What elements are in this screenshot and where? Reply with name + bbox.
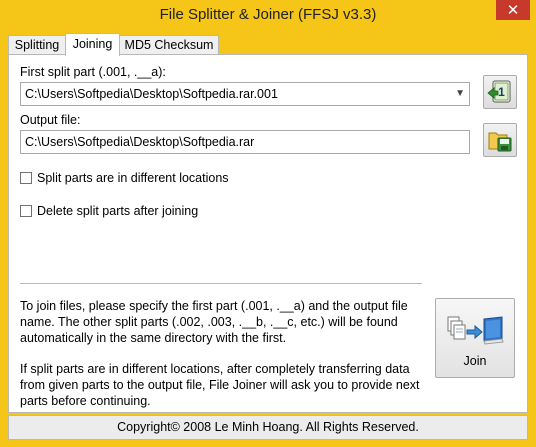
joining-panel: First split part (.001, .__a): C:\Users\…: [8, 54, 528, 413]
first-part-label: First split part (.001, .__a):: [20, 65, 166, 79]
open-first-part-icon: 1: [487, 80, 511, 103]
different-locations-label: Split parts are in different locations: [37, 171, 229, 185]
output-file-value: C:\Users\Softpedia\Desktop\Softpedia.rar: [25, 135, 255, 149]
info-paragraph-2: If split parts are in different location…: [20, 362, 420, 408]
svg-text:1: 1: [498, 85, 505, 99]
output-file-label: Output file:: [20, 113, 81, 127]
checkbox-box[interactable]: [20, 172, 32, 184]
tab-md5-checksum[interactable]: MD5 Checksum: [119, 35, 219, 54]
chevron-down-icon[interactable]: ▼: [455, 83, 465, 105]
close-icon: ✕: [506, 1, 520, 19]
checkbox-box[interactable]: [20, 205, 32, 217]
different-locations-checkbox[interactable]: Split parts are in different locations: [20, 171, 229, 185]
divider: [20, 283, 422, 284]
join-button[interactable]: Join: [435, 298, 515, 378]
copyright-bar: Copyright© 2008 Le Minh Hoang. All Right…: [8, 415, 528, 440]
join-files-icon: [447, 316, 504, 345]
output-file-field[interactable]: C:\Users\Softpedia\Desktop\Softpedia.rar: [20, 130, 470, 154]
app-window: File Splitter & Joiner (FFSJ v3.3) ✕ Spl…: [0, 0, 536, 447]
delete-after-join-checkbox[interactable]: Delete split parts after joining: [20, 204, 198, 218]
first-part-value: C:\Users\Softpedia\Desktop\Softpedia.rar…: [25, 87, 278, 101]
browse-output-button[interactable]: [483, 123, 517, 157]
title-bar[interactable]: File Splitter & Joiner (FFSJ v3.3) ✕: [0, 0, 536, 32]
join-button-label: Join: [463, 354, 487, 368]
window-title: File Splitter & Joiner (FFSJ v3.3): [159, 6, 377, 23]
browse-first-part-button[interactable]: 1: [483, 75, 517, 109]
first-part-combo[interactable]: C:\Users\Softpedia\Desktop\Softpedia.rar…: [20, 82, 470, 106]
close-button[interactable]: ✕: [496, 0, 530, 20]
delete-after-join-label: Delete split parts after joining: [37, 204, 199, 218]
tab-joining[interactable]: Joining: [65, 33, 120, 56]
tab-splitting[interactable]: Splitting: [8, 35, 66, 54]
save-output-icon: [488, 132, 512, 152]
info-paragraph-1: To join files, please specify the first …: [20, 299, 408, 345]
